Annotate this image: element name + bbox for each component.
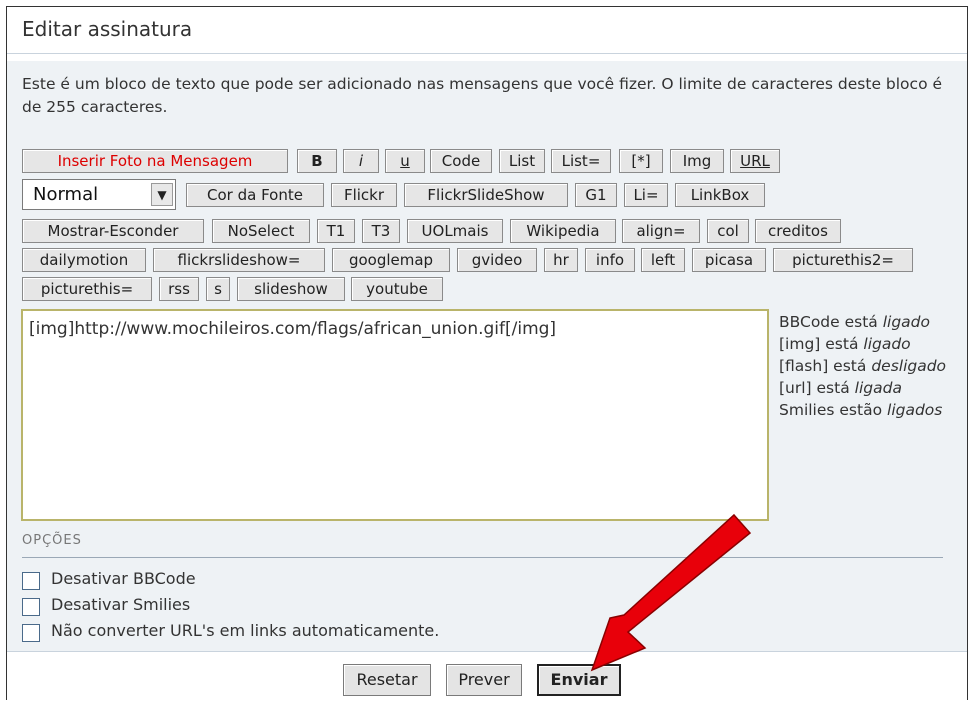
wikipedia-button[interactable]: Wikipedia: [510, 219, 616, 243]
signature-textarea[interactable]: [img]http://www.mochileiros.com/flags/af…: [21, 309, 769, 521]
description-text: Este é um bloco de texto que pode ser ad…: [22, 75, 943, 116]
uolmais-button[interactable]: UOLmais: [407, 219, 503, 243]
picasa-button[interactable]: picasa: [692, 248, 766, 272]
strike-button[interactable]: s: [206, 277, 230, 301]
flickr-slideshow-button[interactable]: FlickrSlideShow: [404, 183, 568, 207]
url-status-value: ligada: [854, 379, 902, 397]
edit-signature-window: Editar assinatura Este é um bloco de tex…: [6, 6, 968, 700]
list-item-button[interactable]: [*]: [619, 149, 663, 173]
left-button[interactable]: left: [641, 248, 685, 272]
slideshow-button[interactable]: slideshow: [237, 277, 345, 301]
noselect-button[interactable]: NoSelect: [212, 219, 310, 243]
youtube-button[interactable]: youtube: [351, 277, 443, 301]
g1-button[interactable]: G1: [575, 183, 617, 207]
smilies-status-label: Smilies estão: [779, 401, 883, 419]
no-url-convert-label: Não converter URL's em links automaticam…: [51, 621, 440, 640]
window-title: Editar assinatura: [22, 17, 193, 41]
li-equals-button[interactable]: Li=: [624, 183, 668, 207]
disable-smilies-label: Desativar Smilies: [51, 595, 191, 614]
form-footer: Resetar Prever Enviar: [7, 651, 967, 700]
no-url-convert-checkbox[interactable]: [22, 624, 40, 642]
flickrslideshow-equals-button[interactable]: flickrslideshow=: [153, 248, 325, 272]
disable-smilies-checkbox[interactable]: [22, 598, 40, 616]
img-button[interactable]: Img: [670, 149, 724, 173]
insert-photo-button[interactable]: Inserir Foto na Mensagem: [22, 149, 288, 173]
t3-button[interactable]: T3: [362, 219, 400, 243]
italic-button[interactable]: i: [343, 149, 379, 173]
picturethis2-button[interactable]: picturethis2=: [773, 248, 913, 272]
dailymotion-button[interactable]: dailymotion: [22, 248, 146, 272]
hr-button[interactable]: hr: [544, 248, 578, 272]
align-button[interactable]: align=: [622, 219, 700, 243]
bbcode-status: BBCode está ligado [img] está ligado [fl…: [779, 311, 959, 421]
url-button[interactable]: URL: [730, 149, 780, 173]
gvideo-button[interactable]: gvideo: [457, 248, 537, 272]
bbcode-status-value: ligado: [882, 313, 931, 331]
window-title-bar: Editar assinatura: [7, 7, 967, 54]
col-button[interactable]: col: [707, 219, 749, 243]
linkbox-button[interactable]: LinkBox: [675, 183, 765, 207]
code-button[interactable]: Code: [430, 149, 492, 173]
disable-bbcode-checkbox[interactable]: [22, 572, 40, 590]
picturethis-button[interactable]: picturethis=: [22, 277, 152, 301]
submit-button[interactable]: Enviar: [537, 664, 621, 696]
font-size-select[interactable]: Normal ▼: [22, 179, 176, 210]
googlemap-button[interactable]: googlemap: [332, 248, 450, 272]
bbcode-status-label: BBCode está: [779, 313, 878, 331]
rss-button[interactable]: rss: [159, 277, 199, 301]
bold-button[interactable]: B: [297, 149, 337, 173]
flickr-button[interactable]: Flickr: [331, 183, 397, 207]
preview-button[interactable]: Prever: [446, 664, 522, 696]
reset-button[interactable]: Resetar: [343, 664, 431, 696]
list-equals-button[interactable]: List=: [551, 149, 611, 173]
show-hide-button[interactable]: Mostrar-Esconder: [22, 219, 204, 243]
font-size-value: Normal: [33, 184, 99, 205]
info-button[interactable]: info: [585, 248, 635, 272]
options-divider: [22, 557, 943, 558]
smilies-status-value: ligados: [887, 401, 943, 419]
list-button[interactable]: List: [499, 149, 545, 173]
options-heading: OPÇÕES: [22, 533, 82, 548]
url-status-label: [url] está: [779, 379, 850, 397]
underline-button[interactable]: u: [385, 149, 425, 173]
signature-panel: Este é um bloco de texto que pode ser ad…: [7, 61, 967, 651]
font-color-button[interactable]: Cor da Fonte: [186, 183, 324, 207]
img-status-value: ligado: [863, 335, 911, 353]
img-status-label: [img] está: [779, 335, 859, 353]
flash-status-value: desligado: [871, 357, 947, 375]
creditos-button[interactable]: creditos: [755, 219, 841, 243]
flash-status-label: [flash] está: [779, 357, 867, 375]
t1-button[interactable]: T1: [317, 219, 355, 243]
chevron-down-icon[interactable]: ▼: [151, 183, 173, 206]
disable-bbcode-label: Desativar BBCode: [51, 569, 196, 588]
